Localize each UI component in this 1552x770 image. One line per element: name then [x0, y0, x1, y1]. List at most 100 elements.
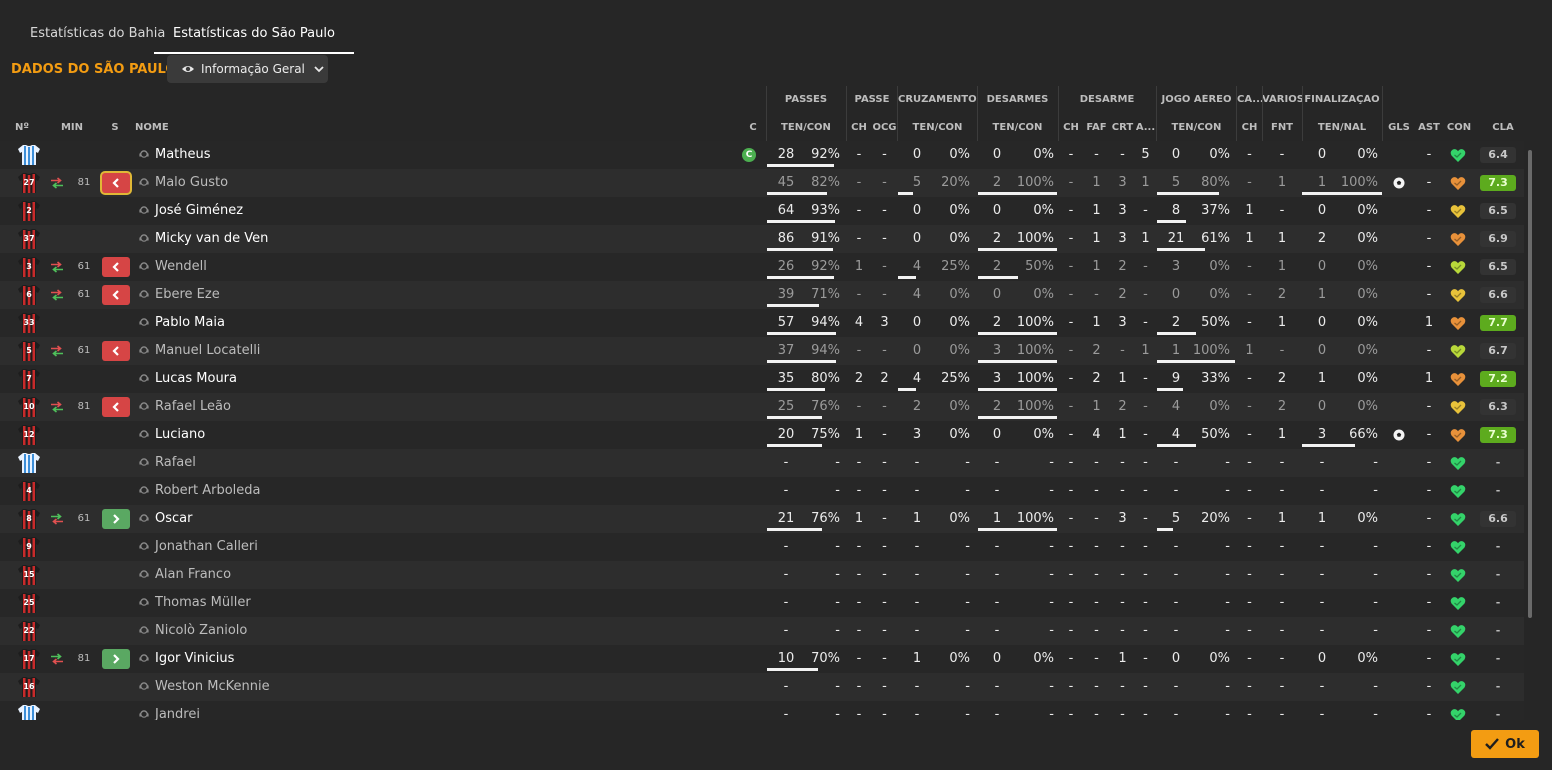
desarme-ch: -: [1068, 427, 1074, 442]
col-header-passe-ch[interactable]: CH: [847, 122, 871, 133]
ocg-value: -: [882, 287, 887, 302]
tab-bahia-stats[interactable]: Estatísticas do Bahia: [30, 18, 165, 52]
col-header-faf[interactable]: FAF: [1084, 122, 1109, 133]
col-header-air-ten-con[interactable]: TEN/CON: [1157, 122, 1236, 133]
tackles-completion: 0%: [1033, 203, 1054, 218]
substituted-out-button[interactable]: [102, 285, 130, 305]
table-row[interactable]: 37 Micky van de Ven 86 91% - -0 0% 2 100% -1 3 1 21 6…: [0, 225, 1524, 253]
col-header-a[interactable]: A...: [1135, 122, 1156, 133]
substituted-in-button[interactable]: [102, 649, 130, 669]
col-header-con[interactable]: CON: [1444, 122, 1474, 133]
col-header-sub[interactable]: S: [106, 122, 124, 133]
player-name[interactable]: José Giménez: [155, 197, 243, 225]
tab-sao-paulo-stats[interactable]: Estatísticas do São Paulo: [154, 18, 354, 54]
player-name[interactable]: Rafael Leão: [155, 393, 231, 421]
table-row[interactable]: 25 Thomas Müller - - - - - - - - - - - - - - - - - - - -: [0, 589, 1524, 617]
table-row[interactable]: 22 Nicolò Zaniolo - - - - - - - - - - - - - - - - - - - -: [0, 617, 1524, 645]
substituted-out-button[interactable]: [102, 173, 130, 193]
player-name[interactable]: Alan Franco: [155, 561, 231, 589]
ok-button[interactable]: Ok: [1471, 730, 1539, 758]
substituted-out-button[interactable]: [102, 257, 130, 277]
player-name[interactable]: Robert Arboleda: [155, 477, 261, 505]
player-name[interactable]: Ebere Eze: [155, 281, 220, 309]
passes-completion: -: [835, 679, 840, 694]
crosses-attempted: 0: [912, 343, 922, 358]
col-header-cla[interactable]: CLA: [1484, 122, 1522, 133]
morale-heart-icon: [1450, 372, 1466, 387]
col-header-captain[interactable]: C: [744, 122, 762, 133]
col-header-ast[interactable]: AST: [1414, 122, 1444, 133]
chevron-right-icon: [109, 652, 123, 666]
table-row[interactable]: Rafael - - - - - - - - - - - - - - - - - - - -: [0, 449, 1524, 477]
desarme-ch: -: [1068, 399, 1074, 414]
cards-value: 1: [1118, 651, 1127, 666]
col-header-min[interactable]: MIN: [58, 122, 86, 133]
player-name[interactable]: Malo Gusto: [155, 169, 228, 197]
table-row[interactable]: 12 Luciano 20 75% 1-3 0% 0 0% -4 1-4 50% -1 3 66% -7.3: [0, 421, 1524, 449]
tackles-completion: -: [1049, 595, 1054, 610]
player-name[interactable]: Thomas Müller: [155, 589, 251, 617]
col-header-num[interactable]: Nº: [10, 122, 34, 133]
player-rating: 7.3: [1480, 427, 1516, 443]
player-name[interactable]: Lucas Moura: [155, 365, 237, 393]
progress-bar: [978, 192, 1057, 195]
player-name[interactable]: Oscar: [155, 505, 192, 533]
shots-on-target: 0%: [1357, 203, 1378, 218]
col-header-ten-nal[interactable]: TEN/NAL: [1302, 122, 1382, 133]
table-row[interactable]: 33 Pablo Maia 57 94% 4 3 0 0% 2 100% -1 3-2 50% -1 0 0%…: [0, 309, 1524, 337]
player-name[interactable]: Manuel Locatelli: [155, 337, 260, 365]
col-header-passes-ten-con[interactable]: TEN/CON: [767, 122, 845, 133]
player-name[interactable]: Wendell: [155, 253, 207, 281]
table-row[interactable]: 10 81 Rafael Leão 25 76% - -2 0% 2 100% -1 2-4 0% -2 0…: [0, 393, 1524, 421]
vertical-scrollbar[interactable]: [1528, 150, 1532, 618]
col-header-cross-ten-con[interactable]: TEN/CON: [898, 122, 977, 133]
player-name[interactable]: Jandrei: [155, 701, 200, 720]
table-row[interactable]: Matheus C 28 92% - -0 0% 0 0% - - -5 0 0% - -0 0% -6.4: [0, 141, 1524, 169]
col-header-desarme-ch[interactable]: CH: [1059, 122, 1083, 133]
player-name[interactable]: Micky van de Ven: [155, 225, 268, 253]
chances-created: -: [856, 595, 862, 610]
substituted-out-button[interactable]: [102, 341, 130, 361]
table-row[interactable]: 3 61 Wendell 26 92% 1-4 25% 2 50% -1 2-3 0% -1 0 0% -6.…: [0, 253, 1524, 281]
col-header-gls[interactable]: GLS: [1384, 122, 1414, 133]
shots-attempted: -: [1319, 679, 1325, 694]
substituted-out-button[interactable]: [102, 397, 130, 417]
substituted-in-button[interactable]: [102, 509, 130, 529]
col-header-fnt[interactable]: FNT: [1262, 122, 1302, 133]
table-row[interactable]: 5 61 Manuel Locatelli 37 94% - -0 0% 3 100% -2-1 1 1…: [0, 337, 1524, 365]
tackles-completion: 50%: [1025, 259, 1054, 274]
table-row[interactable]: 15 Alan Franco - - - - - - - - - - - - - - - - - - - -: [0, 561, 1524, 589]
col-header-crt[interactable]: CRT: [1110, 122, 1135, 133]
table-row[interactable]: 27 81 Malo Gusto 45 82% - -5 20% 2 100% -1 3 1 5 80% -1…: [0, 169, 1524, 197]
table-row[interactable]: 4 Robert Arboleda - - - - - - - - - - - - - - - - - - - -: [0, 477, 1524, 505]
table-row[interactable]: Jandrei - - - - - - - - - - - - - - - - - - - -: [0, 701, 1524, 720]
player-name[interactable]: Matheus: [155, 141, 211, 169]
table-row[interactable]: 16 Weston McKennie - - - - - - - - - - - - - - - - - - - -: [0, 673, 1524, 701]
player-name[interactable]: Rafael: [155, 449, 196, 477]
player-name[interactable]: Jonathan Calleri: [155, 533, 258, 561]
view-dropdown[interactable]: Informação Geral: [167, 55, 328, 83]
ca-ch: -: [1247, 427, 1252, 442]
fnt-value: 1: [1277, 511, 1287, 526]
shirt-number: 7: [26, 374, 32, 383]
table-row[interactable]: 9 Jonathan Calleri - - - - - - - - - - - - - - - - - - - -: [0, 533, 1524, 561]
table-row[interactable]: 8 61 Oscar 21 76% 1-1 0% 1 100% - -3-5 20% -1 1 0% -6.6: [0, 505, 1524, 533]
table-row[interactable]: 17 81 Igor Vinicius 10 70% - -1 0% 0 0% - -1-0 0% - -0…: [0, 645, 1524, 673]
col-header-ca-ch[interactable]: CH: [1237, 122, 1262, 133]
player-name[interactable]: Nicolò Zaniolo: [155, 617, 247, 645]
ocg-value: -: [882, 427, 887, 442]
player-rating: 7.3: [1480, 175, 1516, 191]
table-row[interactable]: 2 José Giménez 64 93% - -0 0% 0 0% -1 3-8 37% 1-0 0% -…: [0, 197, 1524, 225]
player-name[interactable]: Weston McKennie: [155, 673, 270, 701]
ca-ch: -: [1247, 371, 1252, 386]
player-stats-table: Matheus C 28 92% - -0 0% 0 0% - - -5 0 0% - -0 0% -6.4 27 8…: [0, 141, 1524, 720]
table-row[interactable]: 7 Lucas Moura 35 80% 2 2 4 25% 3 100% -2 1-9 33% -2 1 0…: [0, 365, 1524, 393]
player-name[interactable]: Igor Vinicius: [155, 645, 234, 673]
table-row[interactable]: 6 61 Ebere Eze 39 71% - -4 0% 0 0% - -2-0 0% -2 1 0% -6.…: [0, 281, 1524, 309]
player-name[interactable]: Luciano: [155, 421, 205, 449]
fouls-value: -: [1094, 707, 1099, 720]
player-name[interactable]: Pablo Maia: [155, 309, 225, 337]
col-header-tackle-ten-con[interactable]: TEN/CON: [978, 122, 1057, 133]
col-header-ocg[interactable]: OCG: [871, 122, 898, 133]
col-header-name[interactable]: NOME: [135, 122, 175, 133]
